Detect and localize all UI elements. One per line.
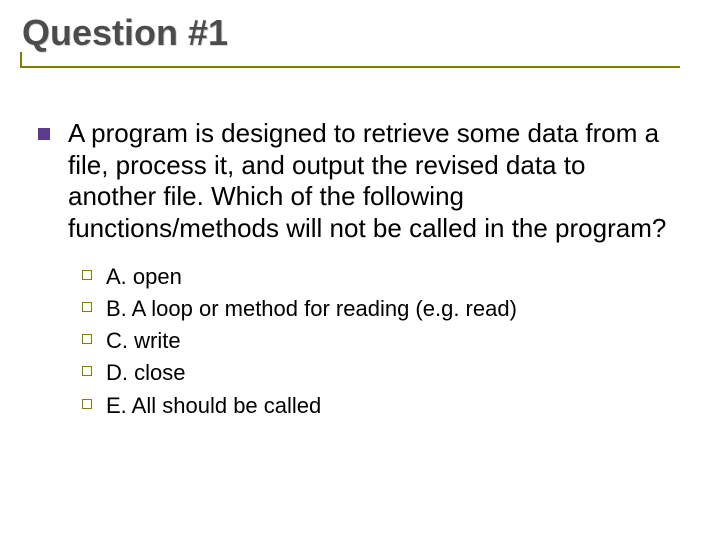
slide: Question #1 A program is designed to ret…	[0, 0, 720, 540]
hollow-square-icon	[82, 334, 92, 344]
question-row: A program is designed to retrieve some d…	[38, 118, 680, 245]
hollow-square-icon	[82, 399, 92, 409]
options-list: A. open B. A loop or method for reading …	[82, 263, 680, 420]
title-block: Question #1	[10, 8, 700, 64]
option-b-text: B. A loop or method for reading (e.g. re…	[106, 295, 517, 323]
option-e: E. All should be called	[82, 392, 680, 420]
option-d-text: D. close	[106, 359, 185, 387]
option-a: A. open	[82, 263, 680, 291]
option-b: B. A loop or method for reading (e.g. re…	[82, 295, 680, 323]
option-c: C. write	[82, 327, 680, 355]
square-bullet-icon	[38, 128, 50, 140]
slide-title: Question #1	[10, 8, 700, 64]
option-d: D. close	[82, 359, 680, 387]
option-c-text: C. write	[106, 327, 181, 355]
hollow-square-icon	[82, 270, 92, 280]
slide-body: A program is designed to retrieve some d…	[38, 118, 680, 424]
underline-line	[20, 66, 680, 68]
underline-tick	[20, 52, 22, 66]
question-text: A program is designed to retrieve some d…	[68, 118, 680, 245]
hollow-square-icon	[82, 366, 92, 376]
hollow-square-icon	[82, 302, 92, 312]
option-e-text: E. All should be called	[106, 392, 321, 420]
option-a-text: A. open	[106, 263, 182, 291]
